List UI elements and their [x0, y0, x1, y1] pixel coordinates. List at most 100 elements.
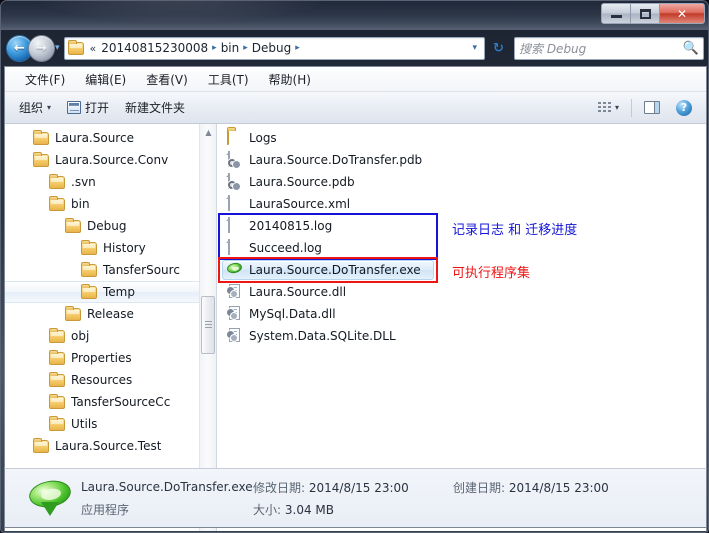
file-row[interactable]: Logs: [217, 127, 706, 149]
tree-item-laura-source[interactable]: Laura.Source: [5, 127, 199, 149]
file-name: 20140815.log: [249, 219, 333, 233]
tree-item-properties[interactable]: Properties: [5, 347, 199, 369]
tree-item-label: obj: [71, 329, 90, 343]
preview-pane-icon: [644, 101, 660, 114]
tree-item-label: Temp: [103, 285, 135, 299]
close-icon: ✕: [676, 6, 688, 21]
details-fields: Laura.Source.DoTransfer.exe 修改日期: 2014/8…: [81, 479, 609, 518]
search-box[interactable]: 搜索 Debug 🔍: [514, 36, 704, 60]
dll-file-icon: [227, 284, 243, 300]
open-button[interactable]: 打开: [59, 95, 117, 120]
minimize-button[interactable]: [602, 4, 631, 23]
annotation-text-blue: 记录日志 和 迁移进度: [452, 223, 578, 238]
file-row[interactable]: LauraSource.xml: [217, 193, 706, 215]
file-type-icon: [27, 475, 73, 521]
tree-item-history[interactable]: History: [5, 237, 199, 259]
toolbar-divider: [631, 98, 632, 117]
menu-bar: 文件(F) 编辑(E) 查看(V) 工具(T) 帮助(H): [5, 67, 706, 92]
folder-icon: [49, 195, 65, 211]
tree-item-debug[interactable]: Debug: [5, 215, 199, 237]
preview-pane-button[interactable]: [636, 97, 668, 118]
file-name: Laura.Source.pdb: [249, 175, 355, 189]
menu-file[interactable]: 文件(F): [15, 68, 75, 91]
chevron-down-icon: ▾: [47, 103, 52, 112]
scrollbar-thumb[interactable]: [201, 296, 215, 354]
tree-item-tansfersourc[interactable]: TansferSourc: [5, 259, 199, 281]
dll-file-icon: [227, 328, 243, 344]
recent-pages-caret-icon[interactable]: ▾: [55, 43, 60, 53]
folder-icon: [49, 349, 65, 365]
folder-icon: [33, 151, 49, 167]
title-bar[interactable]: ✕: [1, 1, 708, 30]
xml-file-icon: [227, 195, 243, 212]
breadcrumb-sep-icon[interactable]: ▸: [294, 43, 301, 53]
breadcrumb-item-1[interactable]: bin: [218, 40, 243, 56]
tree-item-tansfersourcecc[interactable]: TansferSourceCc: [5, 391, 199, 413]
tree-item-label: bin: [71, 197, 90, 211]
file-row[interactable]: MySql.Data.dll: [217, 303, 706, 325]
tree-item-label: Laura.Source: [55, 131, 134, 145]
tree-item-label: History: [103, 241, 146, 255]
tree-item-laura-source-test[interactable]: Laura.Source.Test: [5, 435, 199, 457]
tree-item-laura-source-conv[interactable]: Laura.Source.Conv: [5, 149, 199, 171]
tree-item-label: Resources: [71, 373, 133, 387]
tree-item--svn[interactable]: .svn: [5, 171, 199, 193]
menu-tools[interactable]: 工具(T): [198, 68, 259, 91]
tree-item-obj[interactable]: obj: [5, 325, 199, 347]
menu-view[interactable]: 查看(V): [136, 68, 198, 91]
folder-icon: [65, 217, 81, 233]
new-folder-label: 新建文件夹: [125, 101, 186, 115]
file-name: Succeed.log: [249, 241, 322, 255]
breadcrumb-item-2[interactable]: Debug: [249, 40, 294, 56]
tree-item-bin[interactable]: bin: [5, 193, 199, 215]
minimize-icon: [610, 15, 622, 18]
tree-item-label: Debug: [87, 219, 127, 233]
tree-item-resources[interactable]: Resources: [5, 369, 199, 391]
folder-icon: [81, 261, 97, 277]
file-row[interactable]: Laura.Source.pdb: [217, 171, 706, 193]
forward-button[interactable]: →: [29, 35, 54, 61]
menu-help[interactable]: 帮助(H): [259, 68, 321, 91]
search-input[interactable]: 搜索 Debug: [519, 40, 683, 57]
tree-item-utils[interactable]: Utils: [5, 413, 199, 435]
change-view-button[interactable]: ▾: [590, 98, 627, 117]
refresh-button[interactable]: ↻: [488, 38, 509, 59]
file-name: System.Data.SQLite.DLL: [249, 329, 396, 343]
folder-icon: [227, 129, 243, 146]
details-pane: Laura.Source.DoTransfer.exe 修改日期: 2014/8…: [4, 468, 707, 528]
file-name: MySql.Data.dll: [249, 307, 336, 321]
folder-icon: [49, 371, 65, 387]
details-row-primary: Laura.Source.DoTransfer.exe 修改日期: 2014/8…: [81, 479, 609, 496]
file-row[interactable]: Laura.Source.DoTransfer.pdb: [217, 149, 706, 171]
organize-button[interactable]: 组织 ▾: [11, 95, 59, 120]
log-file-icon: [227, 217, 243, 234]
new-folder-button[interactable]: 新建文件夹: [117, 95, 193, 120]
tree-item-label: Utils: [71, 417, 98, 431]
tree-item-release[interactable]: Release: [5, 303, 199, 325]
breadcrumb-overflow-icon[interactable]: «: [88, 42, 99, 55]
tree-item-label: Laura.Source.Test: [55, 439, 162, 453]
file-row[interactable]: Laura.Source.dll: [217, 281, 706, 303]
address-bar[interactable]: « 20140815230008 ▸ bin ▸ Debug ▸ ▾: [63, 36, 485, 60]
scroll-up-icon[interactable]: ▲: [200, 124, 216, 141]
folder-icon: [33, 437, 49, 453]
file-name: LauraSource.xml: [249, 197, 351, 211]
restore-button[interactable]: [631, 4, 660, 23]
forward-arrow-icon: →: [36, 40, 47, 56]
tree-item-label: Properties: [71, 351, 132, 365]
refresh-icon: ↻: [493, 40, 504, 56]
tree-item-temp[interactable]: Temp: [5, 281, 199, 303]
address-dropdown-icon[interactable]: ▾: [467, 43, 482, 53]
details-modified-label: 修改日期:: [253, 480, 306, 495]
file-row[interactable]: System.Data.SQLite.DLL: [217, 325, 706, 347]
details-filename: Laura.Source.DoTransfer.exe: [81, 480, 253, 494]
file-row[interactable]: Succeed.log: [217, 237, 706, 259]
close-button[interactable]: ✕: [660, 4, 704, 23]
tree-item-label: .svn: [71, 175, 96, 189]
window-controls: ✕: [601, 3, 705, 24]
breadcrumb-item-0[interactable]: 20140815230008: [98, 40, 211, 56]
open-label: 打开: [85, 101, 110, 115]
menu-edit[interactable]: 编辑(E): [75, 68, 136, 91]
help-button[interactable]: ?: [668, 96, 700, 120]
file-name: Laura.Source.dll: [249, 285, 347, 299]
